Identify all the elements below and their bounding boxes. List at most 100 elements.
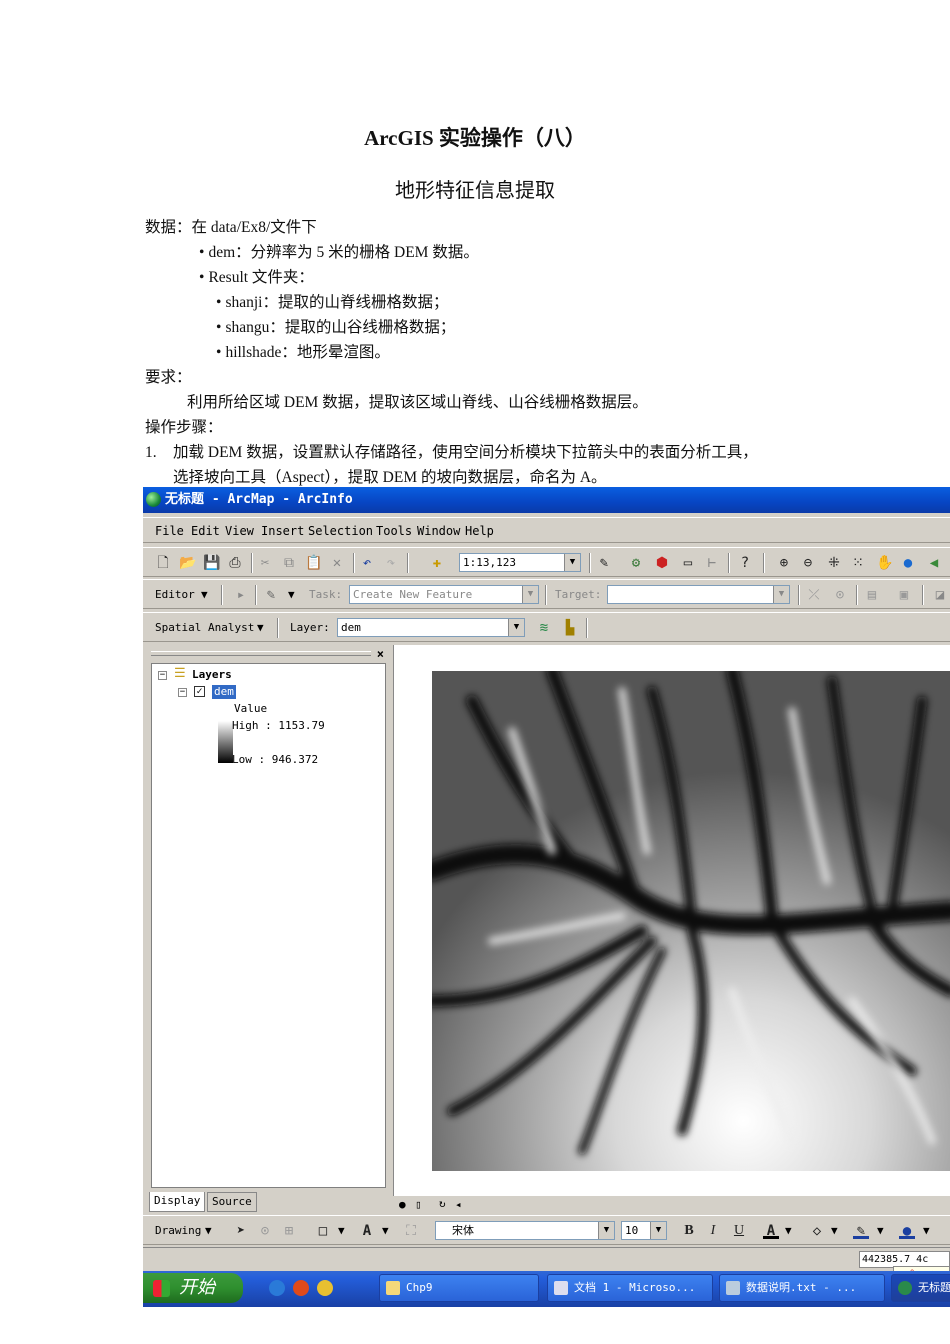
layer-combo[interactable]: dem ▼ — [337, 618, 525, 637]
layout-view-icon[interactable]: ▯ — [415, 1198, 422, 1211]
chevron-down-icon[interactable]: ▼ — [338, 1224, 345, 1237]
zoom-out-icon[interactable]: ⊖ — [800, 555, 816, 571]
collapse-icon[interactable]: − — [158, 671, 167, 680]
task-combo[interactable]: Create New Feature ▼ — [349, 585, 539, 604]
arctoolbox-icon[interactable]: ⚙ — [628, 555, 644, 571]
menu-edit[interactable]: Edit — [191, 524, 220, 538]
underline-button[interactable]: U — [731, 1223, 747, 1239]
attributes-icon[interactable]: ▤ — [864, 587, 880, 603]
back-icon[interactable]: ◀ — [926, 555, 942, 571]
save-icon[interactable]: 💾 — [203, 555, 220, 571]
text-icon[interactable]: A — [359, 1223, 375, 1239]
zoom-in-icon[interactable]: ⊕ — [776, 555, 792, 571]
data-view-icon[interactable]: ● — [399, 1198, 406, 1211]
editor-menu-label[interactable]: Editor — [155, 588, 195, 601]
toc-root-layers[interactable]: Layers — [192, 668, 232, 682]
pan-icon[interactable]: ✋ — [876, 555, 893, 571]
line-color-icon[interactable]: ✎ — [853, 1223, 869, 1239]
taskbar-item-notepad[interactable]: 数据说明.txt - ... — [719, 1274, 885, 1302]
paste-icon[interactable]: 📋 — [305, 555, 322, 571]
toc-grip[interactable] — [151, 651, 371, 656]
requirements-text: 利用所给区域 DEM 数据，提取该区域山脊线、山谷线栅格数据层。 — [187, 394, 648, 411]
chevron-down-icon[interactable]: ▼ — [205, 1224, 212, 1237]
dem-raster[interactable] — [432, 671, 950, 1171]
editor-toolbar-icon[interactable]: ✎ — [596, 555, 612, 571]
edit-tool-icon[interactable]: ▸ — [233, 587, 249, 603]
map-display[interactable] — [393, 645, 950, 1196]
model-icon[interactable]: ⊢ — [704, 555, 720, 571]
chevron-down-icon[interactable]: ▼ — [877, 1224, 884, 1237]
print-icon[interactable]: ⎙ — [227, 555, 243, 571]
menu-insert[interactable]: Insert — [261, 524, 304, 538]
chevron-down-icon[interactable]: ▼ — [201, 588, 208, 601]
menu-file[interactable]: File — [155, 524, 184, 538]
close-icon[interactable]: × — [377, 647, 384, 661]
marker-color-icon[interactable]: ● — [899, 1223, 915, 1239]
bold-button[interactable]: B — [681, 1223, 697, 1239]
scroll-left-icon[interactable]: ◂ — [455, 1198, 462, 1211]
new-document-icon[interactable]: 🗋 — [155, 555, 171, 571]
taskbar-item-word[interactable]: 文档 1 - Microso... — [547, 1274, 713, 1302]
toolbox-icon[interactable]: ⬢ — [654, 555, 670, 571]
fixed-zoom-in-icon[interactable]: ⁜ — [826, 555, 842, 571]
sketch-tool-icon[interactable]: ✎ — [263, 587, 279, 603]
fill-color-icon[interactable]: ◇ — [809, 1223, 825, 1239]
taskbar-item-arcmap[interactable]: 无标题 — [891, 1274, 950, 1302]
sketch-properties-icon[interactable]: ▣ — [896, 587, 912, 603]
tab-display[interactable]: Display — [149, 1192, 206, 1212]
ie-icon[interactable] — [269, 1280, 285, 1296]
histogram-icon[interactable]: ▙ — [562, 620, 578, 636]
select-elements-icon[interactable]: ➤ — [233, 1223, 249, 1239]
menu-help[interactable]: Help — [465, 524, 494, 538]
chevron-down-icon[interactable]: ▼ — [257, 621, 264, 634]
chevron-down-icon[interactable]: ▼ — [831, 1224, 838, 1237]
font-size-combo[interactable]: 10 ▼ — [621, 1221, 667, 1240]
menu-selection[interactable]: Selection — [308, 524, 373, 538]
taskbar-item-chp9[interactable]: Chp9 — [379, 1274, 539, 1302]
tab-source[interactable]: Source — [207, 1192, 257, 1212]
browser-icon[interactable] — [293, 1280, 309, 1296]
full-extent-icon[interactable]: ● — [900, 555, 916, 571]
contour-tool-icon[interactable]: ≋ — [536, 620, 552, 636]
chevron-down-icon[interactable]: ▼ — [288, 588, 295, 601]
map-scale-combo[interactable]: 1:13,123 ▼ — [459, 553, 581, 572]
target-combo[interactable]: ▼ — [607, 585, 790, 604]
layer-visibility-checkbox[interactable]: ✓ — [194, 686, 205, 697]
add-data-icon[interactable]: ✚ — [429, 555, 445, 571]
font-name-combo[interactable]: 宋体 ▼ — [435, 1221, 615, 1240]
task-label: Task: — [309, 588, 343, 601]
delete-icon[interactable]: ✕ — [329, 555, 345, 571]
edit-vertices-icon[interactable]: ⛶ — [403, 1223, 419, 1239]
open-folder-icon[interactable]: 📂 — [179, 555, 196, 571]
rotate-tool-icon[interactable]: ⊙ — [832, 587, 848, 603]
rotate-icon[interactable]: ⊙ — [257, 1223, 273, 1239]
extra-tool-icon[interactable]: ◪ — [932, 587, 948, 603]
drawing-menu[interactable]: Drawing — [155, 1224, 201, 1237]
chevron-down-icon[interactable]: ▼ — [382, 1224, 389, 1237]
window-titlebar[interactable]: 无标题 - ArcMap - ArcInfo — [143, 487, 950, 513]
app-quicklaunch-icon[interactable] — [317, 1280, 333, 1296]
toc-layer-dem[interactable]: dem — [212, 685, 236, 699]
refresh-icon[interactable]: ↻ — [439, 1197, 446, 1210]
redo-icon[interactable]: ↷ — [383, 555, 399, 571]
collapse-icon[interactable]: − — [178, 688, 187, 697]
chevron-down-icon[interactable]: ▼ — [923, 1224, 930, 1237]
chevron-down-icon[interactable]: ▼ — [785, 1224, 792, 1237]
fixed-zoom-out-icon[interactable]: ⁙ — [850, 555, 866, 571]
copy-icon[interactable]: ⧉ — [281, 555, 297, 571]
cut-icon[interactable]: ✂ — [257, 555, 273, 571]
command-line-icon[interactable]: ▭ — [680, 555, 696, 571]
whats-this-icon[interactable]: ? — [737, 555, 753, 571]
zoom-to-selected-icon[interactable]: ⊞ — [281, 1223, 297, 1239]
font-color-icon[interactable]: A — [763, 1223, 779, 1239]
menu-view[interactable]: View — [225, 524, 254, 538]
menu-tools[interactable]: Tools — [376, 524, 412, 538]
italic-button[interactable]: I — [705, 1223, 721, 1239]
spatial-analyst-menu[interactable]: Spatial Analyst — [155, 621, 254, 634]
split-tool-icon[interactable]: ⤫ — [806, 587, 822, 603]
rectangle-icon[interactable]: □ — [315, 1223, 331, 1239]
menu-window[interactable]: Window — [417, 524, 460, 538]
start-button[interactable]: 开始 — [143, 1273, 243, 1303]
folder-icon — [386, 1281, 400, 1295]
undo-icon[interactable]: ↶ — [359, 555, 375, 571]
